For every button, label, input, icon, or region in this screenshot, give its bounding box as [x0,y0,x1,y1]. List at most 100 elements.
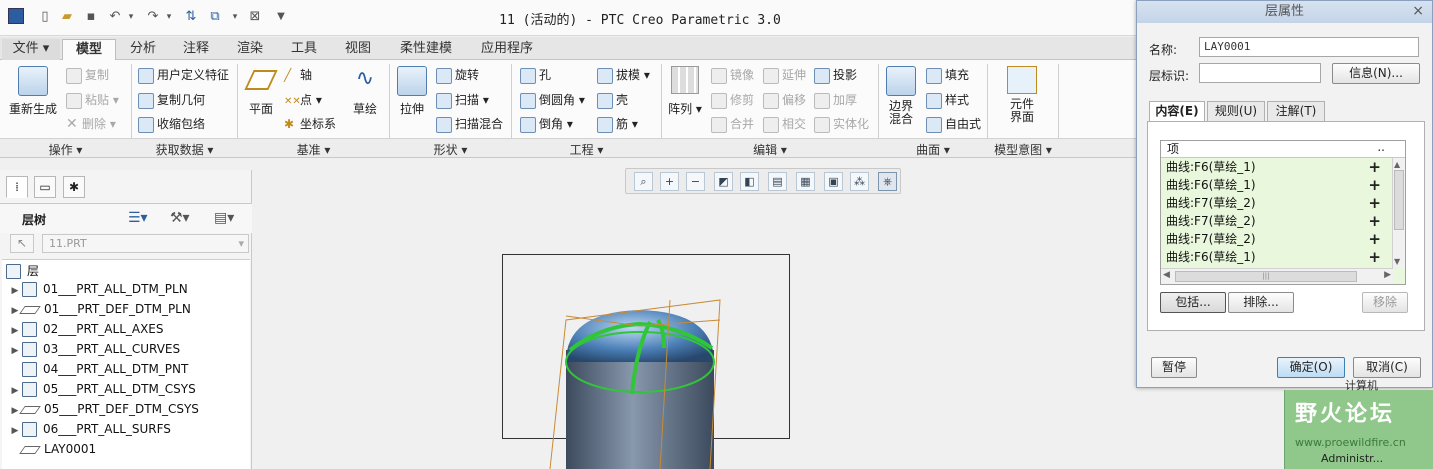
windows-dropdown-icon[interactable]: ▾ [226,8,244,26]
layer-item[interactable]: ▶ 03___PRT_ALL_CURVES [8,342,180,360]
sweep-button[interactable]: 扫描 ▾ [436,91,489,109]
layer-item[interactable]: LAY0001 [8,442,96,460]
ok-button[interactable]: 确定(O) [1277,357,1345,378]
offset-button[interactable]: 偏移 [763,91,806,109]
intersect-button[interactable]: 相交 [763,115,806,133]
zoom-out-icon[interactable]: − [686,172,705,191]
include-button[interactable]: 包括... [1160,292,1226,313]
udf-button[interactable]: 用户定义特征 [138,66,229,84]
extrude-button[interactable]: 拉伸 [395,66,429,117]
fill-button[interactable]: 填充 [926,66,969,84]
layer-id-field[interactable] [1199,63,1321,83]
freestyle-button[interactable]: 自由式 [926,115,981,133]
tab-model-tree-icon[interactable]: ⁞ [6,176,28,198]
app-icon[interactable] [8,8,24,24]
list-horizontal-scrollbar[interactable]: ◀ ||| ▶ [1161,268,1393,284]
round-button[interactable]: 倒圆角 ▾ [520,91,585,109]
thicken-button[interactable]: 加厚 [814,91,857,109]
perspective-icon[interactable]: ▣ [824,172,843,191]
csys-button[interactable]: ✱ 坐标系 [284,115,336,132]
close-window-icon[interactable]: ⊠ [246,8,264,26]
list-item[interactable]: 曲线:F6(草绘_1) + [1161,176,1405,194]
exclude-button[interactable]: 排除... [1228,292,1294,313]
windows-icon[interactable]: ⧉ [206,8,224,26]
chamfer-button[interactable]: 倒角 ▾ [520,115,573,133]
expand-arrow-icon[interactable]: ▶ [8,346,22,356]
tab-contents[interactable]: 内容(E) [1149,101,1205,122]
group-engineering[interactable]: 工程 ▾ [512,141,661,158]
solidify-button[interactable]: 实体化 [814,115,869,133]
layers-menu-icon[interactable]: ☰▾ [128,210,148,226]
layer-item[interactable]: ▶ 06___PRT_ALL_SURFS [8,422,171,440]
name-field[interactable]: LAY0001 [1199,37,1419,57]
cancel-button[interactable]: 取消(C) [1353,357,1421,378]
active-model-combo[interactable]: 11.PRT ▾ [42,234,249,253]
axis-button[interactable]: ╱ 轴 [284,66,312,83]
layer-tree-root[interactable]: 层 [6,262,39,280]
plane-button[interactable]: 平面 [244,66,278,117]
pause-button[interactable]: 暂停 [1151,357,1197,378]
close-icon[interactable]: × [1412,3,1424,19]
tab-folder-browser-icon[interactable]: ▭ [34,176,56,198]
point-button[interactable]: ✕✕点 ▾ [284,91,322,108]
remove-button[interactable]: 移除 [1362,292,1408,313]
select-cursor-icon[interactable]: ↖ [10,234,34,253]
group-operations[interactable]: 操作 ▾ [0,141,131,158]
component-interface-button[interactable]: 元件 界面 [1002,66,1042,124]
shrinkwrap-button[interactable]: 收缩包络 [138,115,205,133]
tab-analysis[interactable]: 分析 [118,39,168,60]
layer-item[interactable]: ▶ 01___PRT_ALL_DTM_PLN [8,282,188,300]
list-item[interactable]: 曲线:F7(草绘_2) + [1161,212,1405,230]
tab-rules[interactable]: 规则(U) [1207,101,1265,121]
draft-button[interactable]: 拔模 ▾ [597,66,650,84]
group-get-data[interactable]: 获取数据 ▾ [132,141,237,158]
expand-arrow-icon[interactable]: ▶ [8,286,22,296]
tab-annotate[interactable]: 注释 [170,39,222,60]
revolve-button[interactable]: 旋转 [436,66,479,84]
regenerate-button[interactable]: 重新生成 [6,66,60,117]
group-shapes[interactable]: 形状 ▾ [390,141,511,158]
project-button[interactable]: 投影 [814,66,857,84]
spin-center-icon[interactable]: ⎈ [878,172,897,191]
list-vertical-scrollbar[interactable]: ▲ ▼ [1392,158,1405,268]
tab-flexible-modeling[interactable]: 柔性建模 [386,39,466,60]
sketch-button[interactable]: ∿ 草绘 [348,66,382,117]
rib-button[interactable]: 筋 ▾ [597,115,638,133]
extend-button[interactable]: 延伸 [763,66,806,84]
list-item[interactable]: 曲线:F7(草绘_2) + [1161,194,1405,212]
swept-blend-button[interactable]: 扫描混合 [436,115,503,133]
shell-button[interactable]: 壳 [597,91,628,109]
redo-dropdown-icon[interactable]: ▾ [160,8,178,26]
info-button[interactable]: 信息(N)... [1332,63,1420,84]
tab-model[interactable]: 模型 [62,39,116,60]
layer-item[interactable]: ▶ 05___PRT_DEF_DTM_CSYS [8,402,199,420]
new-icon[interactable]: ▯ [36,8,54,26]
items-list[interactable]: 项 .. 曲线:F6(草绘_1) + 曲线:F6(草绘_1) + 曲线:F7(草绘_2)… [1160,140,1406,285]
undo-dropdown-icon[interactable]: ▾ [122,8,140,26]
display-style-icon[interactable]: ◧ [740,172,759,191]
pattern-button[interactable]: 阵列 ▾ [668,66,702,117]
group-surfaces[interactable]: 曲面 ▾ [879,141,987,158]
tab-tools[interactable]: 工具 [278,39,330,60]
view-manager-icon[interactable]: ▦ [796,172,815,191]
copy-geometry-button[interactable]: 复制几何 [138,91,205,109]
open-icon[interactable]: ▰ [58,8,76,26]
merge-button[interactable]: 合并 [711,115,754,133]
style-button[interactable]: 样式 [926,91,969,109]
tab-render[interactable]: 渲染 [224,39,276,60]
paste-button[interactable]: 粘贴 ▾ [66,91,119,109]
trim-button[interactable]: 修剪 [711,91,754,109]
layer-item[interactable]: 04___PRT_ALL_DTM_PNT [8,362,188,380]
boundary-blend-button[interactable]: 边界 混合 [884,66,918,126]
tab-view[interactable]: 视图 [332,39,384,60]
save-icon[interactable]: ▪ [82,8,100,26]
list-item[interactable]: 曲线:F7(草绘_2) + [1161,230,1405,248]
layer-item[interactable]: ▶ 02___PRT_ALL_AXES [8,322,164,340]
group-editing[interactable]: 编辑 ▾ [662,141,878,158]
group-datum[interactable]: 基准 ▾ [238,141,389,158]
regenerate-icon[interactable]: ⇅ [182,8,200,26]
tab-favorites-icon[interactable]: ✱ [63,176,85,198]
saved-orientations-icon[interactable]: ▤ [768,172,787,191]
mirror-button[interactable]: 镜像 [711,66,754,84]
zoom-in-icon[interactable]: + [660,172,679,191]
